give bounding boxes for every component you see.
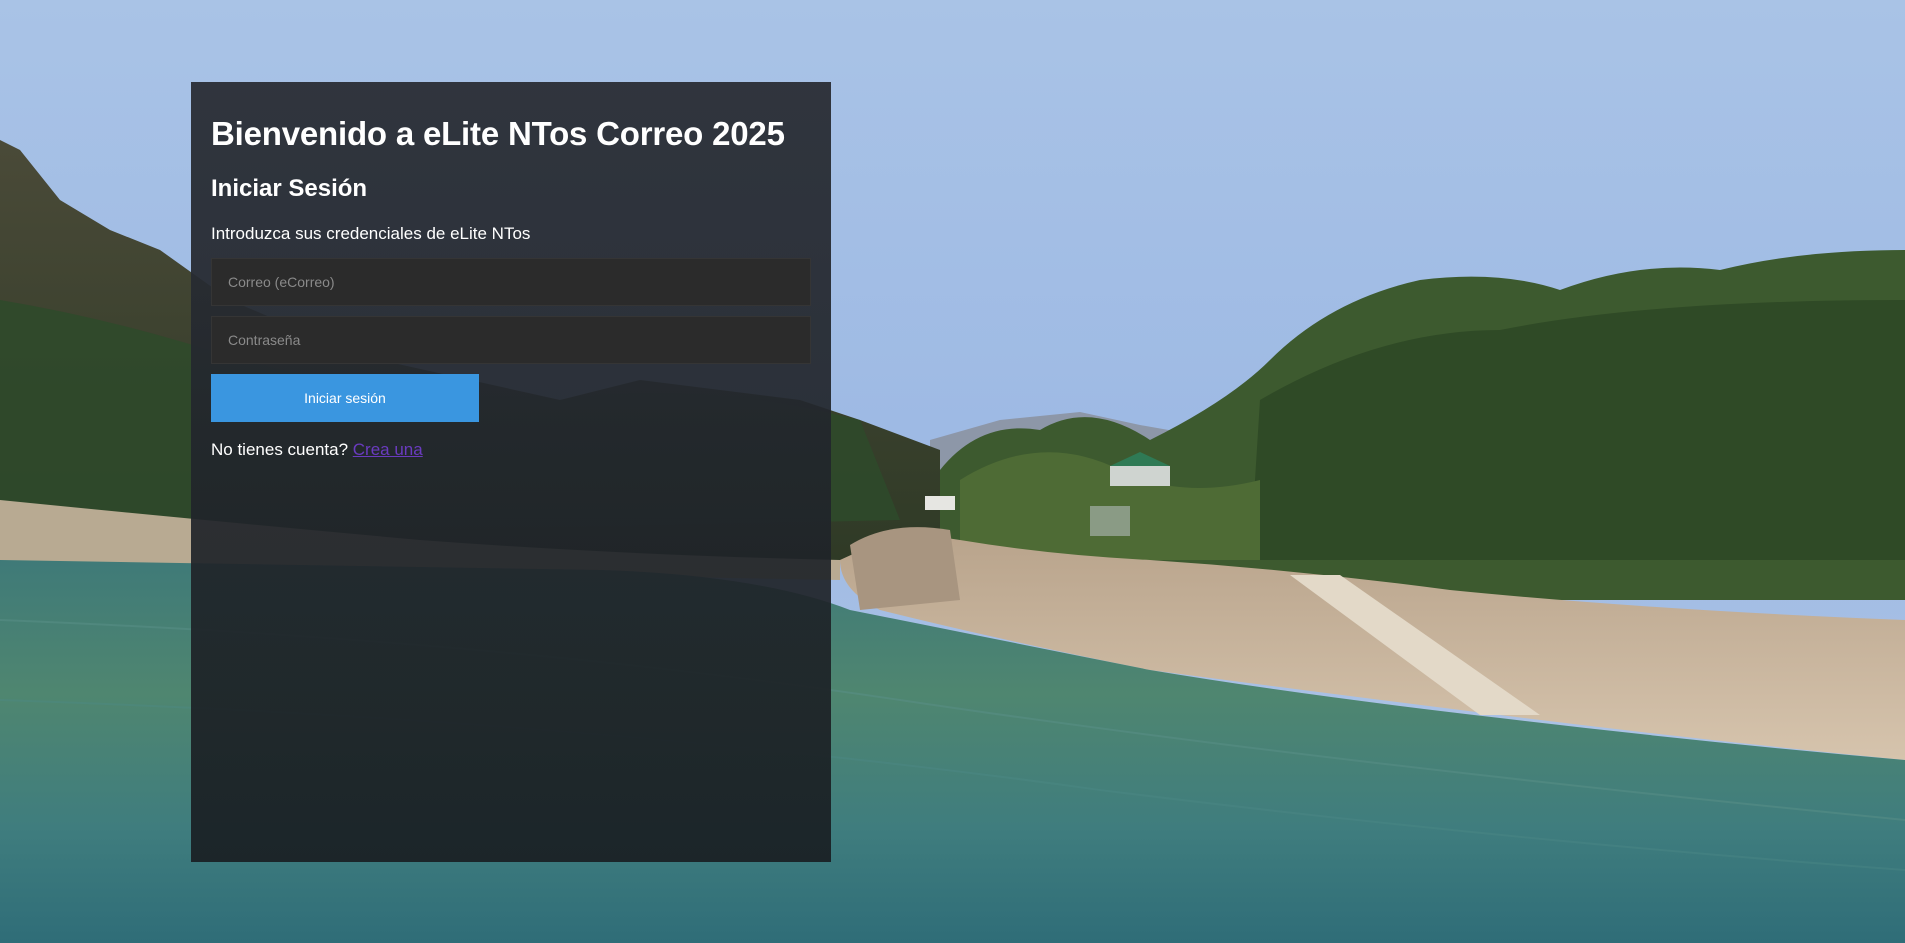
signup-prompt: No tienes cuenta? Crea una (211, 440, 811, 460)
login-panel: Bienvenido a eLite NTos Correo 2025 Inic… (191, 82, 831, 862)
login-submit-button[interactable]: Iniciar sesión (211, 374, 479, 422)
password-input[interactable] (211, 316, 811, 364)
login-heading: Iniciar Sesión (211, 175, 368, 202)
email-input[interactable] (211, 258, 811, 306)
welcome-title: Bienvenido a eLite NTos Correo 2025 (211, 115, 785, 152)
create-account-link[interactable]: Crea una (353, 440, 423, 459)
login-subtitle: Introduzca sus credenciales de eLite NTo… (211, 224, 531, 243)
no-account-text: No tienes cuenta? (211, 440, 349, 459)
